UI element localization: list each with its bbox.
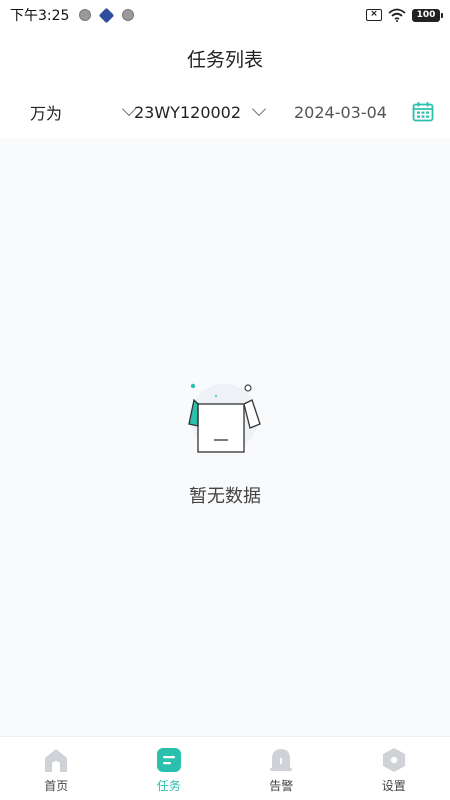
settings-icon <box>382 748 405 772</box>
bell-icon <box>270 749 293 771</box>
home-icon <box>45 749 68 772</box>
task-list-content: 暂无数据 <box>0 138 450 736</box>
empty-state: 暂无数据 <box>0 380 450 508</box>
notification-dot-icon <box>79 9 92 21</box>
nav-item-task[interactable]: 任务 <box>113 737 226 800</box>
nav-label: 首页 <box>44 779 69 793</box>
nav-item-alarm[interactable]: 告警 <box>225 737 338 800</box>
app-notification-icon <box>99 7 115 23</box>
notification-dot-icon <box>122 9 135 21</box>
empty-state-text: 暂无数据 <box>189 486 261 507</box>
device-select[interactable]: 23WY120002 <box>134 101 267 122</box>
nav-label: 设置 <box>381 779 406 793</box>
device-select-value: 23WY120002 <box>134 102 242 122</box>
company-select[interactable]: 万为 <box>30 100 137 124</box>
empty-box-icon <box>188 383 261 453</box>
no-sim-icon: × <box>366 9 382 21</box>
wifi-icon <box>388 8 406 22</box>
calendar-button[interactable] <box>410 99 436 125</box>
page-title: 任务列表 <box>186 48 263 71</box>
nav-item-settings[interactable]: 设置 <box>338 737 450 800</box>
task-icon <box>156 748 181 772</box>
status-time: 下午3:25 <box>10 8 70 24</box>
nav-item-home[interactable]: 首页 <box>0 737 113 800</box>
battery-icon: 100 <box>412 8 443 22</box>
company-select-value: 万为 <box>30 104 63 123</box>
calendar-icon <box>412 102 434 122</box>
nav-label: 任务 <box>156 779 181 793</box>
filter-bar: 万为 23WY120002 2024-03-04 <box>0 86 450 138</box>
bottom-nav: 首页 任务 告警 设置 <box>0 736 450 800</box>
nav-label: 告警 <box>269 779 294 793</box>
date-field[interactable]: 2024-03-04 <box>294 103 387 122</box>
status-bar: 下午3:25 × 100 <box>0 0 450 30</box>
chevron-down-icon <box>251 101 267 117</box>
header: 任务列表 <box>0 30 450 86</box>
